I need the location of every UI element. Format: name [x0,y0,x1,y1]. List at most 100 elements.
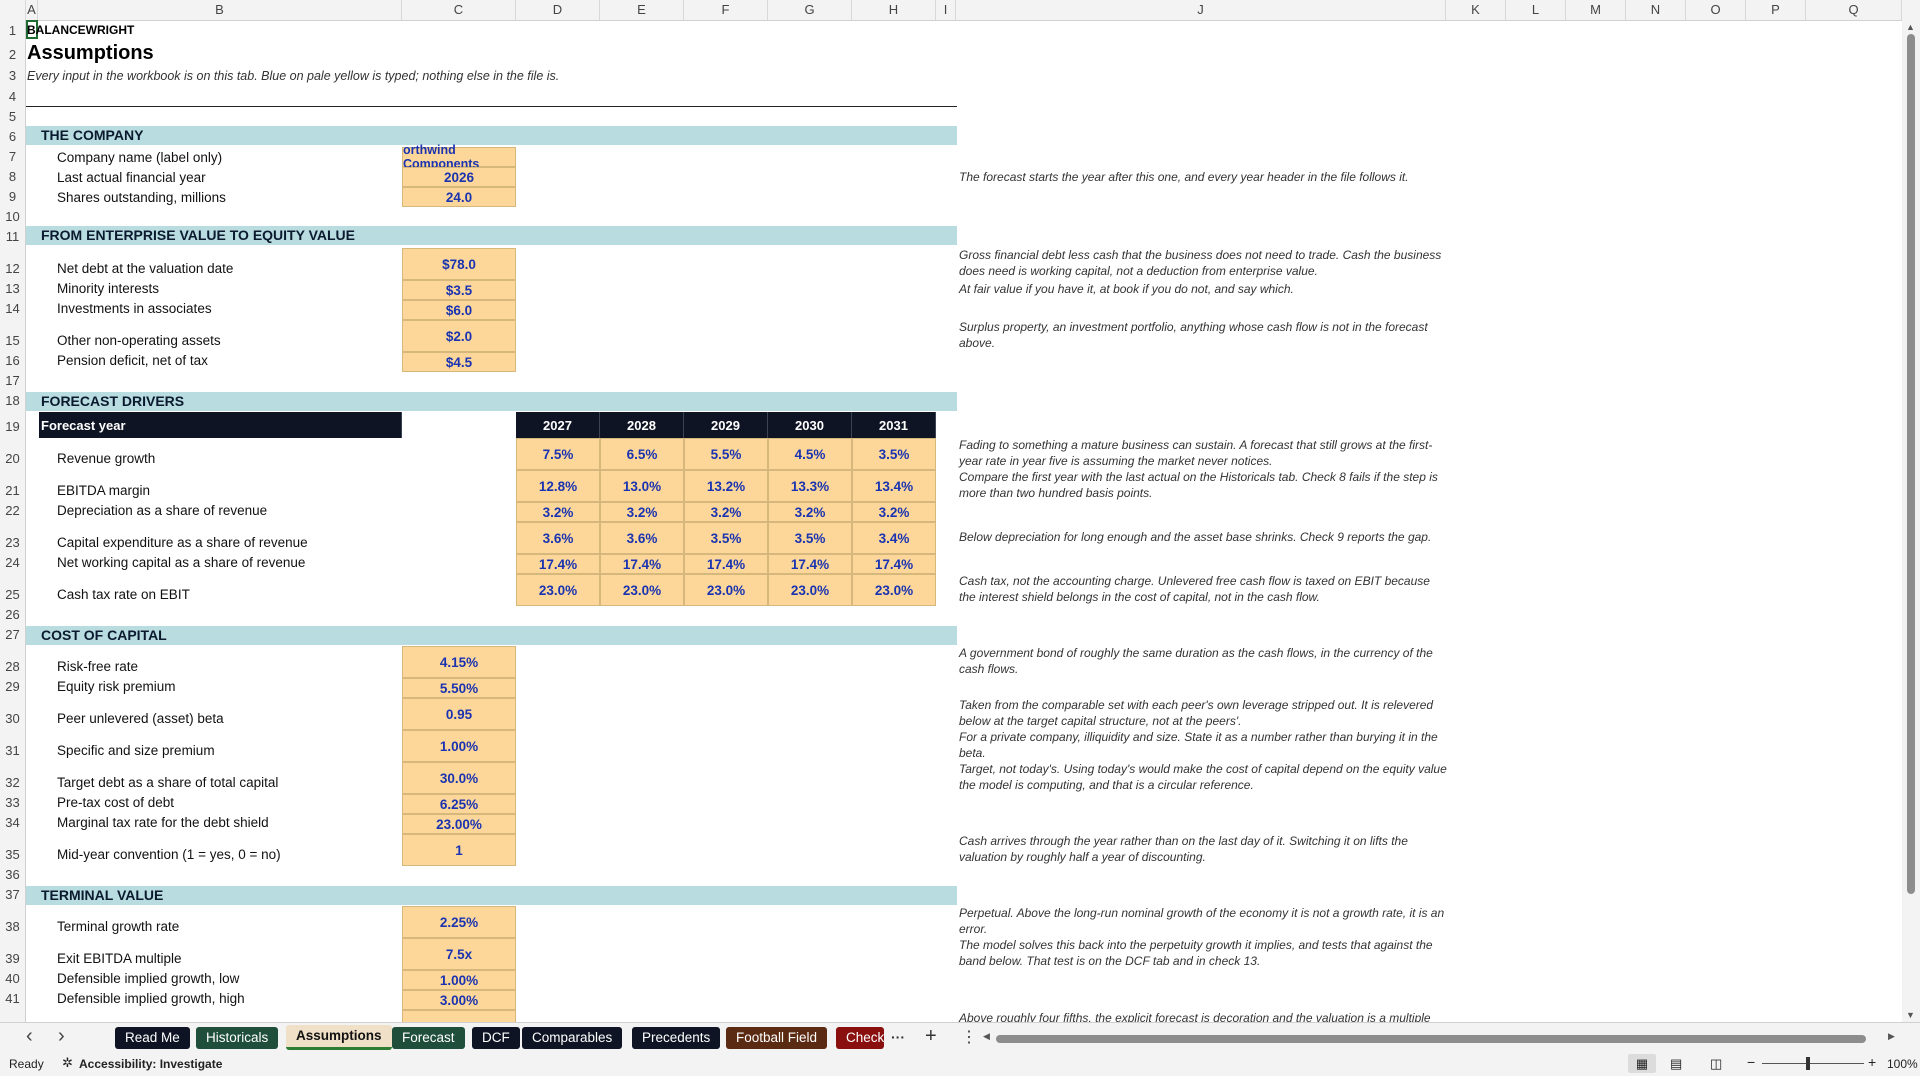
row-header[interactable]: 25 [0,587,25,602]
row-header[interactable]: 32 [0,775,25,790]
row-header[interactable]: 8 [0,169,25,184]
row-header[interactable]: 30 [0,711,25,726]
row-header[interactable]: 9 [0,189,25,204]
beta-input[interactable]: 0.95 [402,698,516,730]
scroll-down-icon[interactable]: ▼ [1906,1010,1915,1020]
scroll-up-icon[interactable]: ▲ [1906,22,1915,32]
driver-input[interactable]: 7.5% [516,438,600,470]
column-header-m[interactable]: M [1566,0,1626,20]
column-header-k[interactable]: K [1446,0,1506,20]
row-header[interactable]: 24 [0,555,25,570]
mid-year-input[interactable]: 1 [402,834,516,866]
vertical-scroll-thumb[interactable] [1907,34,1915,894]
row-header[interactable]: 18 [0,393,25,408]
column-header-j[interactable]: J [956,0,1446,20]
row-header[interactable]: 7 [0,149,25,164]
column-header-f[interactable]: F [684,0,768,20]
row-header[interactable]: 4 [0,89,25,104]
row-header[interactable]: 10 [0,209,25,224]
page-layout-icon[interactable]: ▤ [1670,1056,1682,1072]
driver-input[interactable]: 23.0% [684,574,768,606]
driver-input[interactable]: 3.5% [852,438,936,470]
normal-view-icon[interactable]: ▦ [1628,1054,1656,1073]
driver-input[interactable]: 17.4% [516,554,600,574]
driver-input[interactable]: 23.0% [516,574,600,606]
row-header[interactable]: 3 [0,68,25,83]
associates-input[interactable]: $6.0 [402,300,516,320]
row-header[interactable]: 21 [0,483,25,498]
driver-input[interactable]: 3.2% [684,502,768,522]
add-sheet-icon[interactable]: + [925,1025,937,1048]
row-header[interactable]: 34 [0,815,25,830]
risk-free-input[interactable]: 4.15% [402,646,516,678]
next-sheet-icon[interactable]: › [58,1025,65,1048]
row-header[interactable]: 5 [0,109,25,124]
driver-input[interactable]: 3.5% [684,522,768,554]
row-header[interactable]: 35 [0,847,25,862]
row-header[interactable]: 19 [0,419,25,434]
column-header-g[interactable]: G [768,0,852,20]
pension-input[interactable]: $4.5 [402,352,516,372]
tab-assumptions[interactable]: Assumptions [286,1025,392,1050]
row-header[interactable]: 12 [0,261,25,276]
driver-input[interactable]: 13.2% [684,470,768,502]
terminal-growth-input[interactable]: 2.25% [402,906,516,938]
column-header-n[interactable]: N [1626,0,1686,20]
erp-input[interactable]: 5.50% [402,678,516,698]
hscroll-right-icon[interactable]: ▶ [1888,1031,1895,1042]
sheet-options-icon[interactable]: ⋮ [961,1027,977,1047]
tab-dcf[interactable]: DCF [472,1027,520,1049]
tab-forecast[interactable]: Forecast [392,1027,465,1049]
row-header[interactable]: 37 [0,887,25,902]
exit-multiple-input[interactable]: 7.5x [402,938,516,970]
row-header[interactable]: 20 [0,451,25,466]
prev-sheet-icon[interactable]: ‹ [26,1025,33,1048]
driver-input[interactable]: 5.5% [684,438,768,470]
row-header[interactable]: 14 [0,301,25,316]
select-all-corner[interactable] [0,0,26,20]
vertical-scrollbar[interactable]: ▲ ▼ [1902,20,1920,1022]
debt-share-input[interactable]: 30.0% [402,762,516,794]
driver-input[interactable]: 3.4% [852,522,936,554]
row-header[interactable]: 11 [0,229,25,244]
row-header[interactable]: 26 [0,607,25,622]
driver-input[interactable]: 23.0% [768,574,852,606]
row-header[interactable]: 22 [0,503,25,518]
driver-input[interactable]: 4.5% [768,438,852,470]
driver-input[interactable]: 23.0% [600,574,684,606]
column-header-o[interactable]: O [1686,0,1746,20]
company-name-input[interactable]: orthwind Components [402,143,516,171]
row-header[interactable]: 15 [0,333,25,348]
driver-input[interactable]: 3.2% [768,502,852,522]
column-header-d[interactable]: D [516,0,600,20]
other-assets-input[interactable]: $2.0 [402,320,516,352]
column-header-q[interactable]: Q [1806,0,1902,20]
net-debt-input[interactable]: $78.0 [402,248,516,280]
row-header[interactable]: 1 [0,23,25,38]
tax-rate-input[interactable]: 23.00% [402,814,516,834]
column-header-b[interactable]: B [38,0,402,20]
row-header[interactable]: 41 [0,991,25,1006]
row-header[interactable]: 33 [0,795,25,810]
tab-historicals[interactable]: Historicals [196,1027,279,1049]
row-header[interactable]: 39 [0,951,25,966]
zoom-in-icon[interactable]: + [1868,1054,1876,1070]
shares-input[interactable]: 24.0 [402,187,516,207]
driver-input[interactable]: 17.4% [684,554,768,574]
tab-read-me[interactable]: Read Me [115,1027,190,1049]
driver-input[interactable]: 3.2% [852,502,936,522]
more-tabs-icon[interactable]: ··· [891,1029,905,1045]
driver-input[interactable]: 13.4% [852,470,936,502]
row-header[interactable]: 40 [0,971,25,986]
row-header[interactable]: 31 [0,743,25,758]
zoom-slider-handle[interactable] [1806,1057,1810,1070]
growth-low-input[interactable]: 1.00% [402,970,516,990]
zoom-out-icon[interactable]: − [1747,1054,1755,1070]
column-header-e[interactable]: E [600,0,684,20]
row-header[interactable]: 23 [0,535,25,550]
column-header-l[interactable]: L [1506,0,1566,20]
zoom-slider[interactable] [1762,1063,1864,1064]
row-header[interactable]: 17 [0,373,25,388]
size-premium-input[interactable]: 1.00% [402,730,516,762]
column-header-h[interactable]: H [852,0,936,20]
